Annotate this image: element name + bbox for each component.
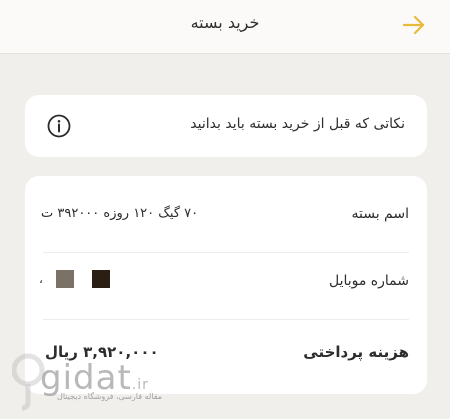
payment-amount-label: هزینه پرداختی bbox=[303, 343, 409, 361]
info-icon bbox=[47, 114, 71, 138]
purchase-notes-card[interactable]: نکاتی که قبل از خرید بسته باید بدانید bbox=[25, 95, 427, 157]
app-header: خرید بسته bbox=[0, 0, 450, 54]
mobile-number-mask-dark bbox=[92, 270, 110, 288]
purchase-notes-text: نکاتی که قبل از خرید بسته باید بدانید bbox=[190, 116, 405, 132]
divider bbox=[43, 319, 409, 320]
page-title: خرید بسته bbox=[190, 13, 260, 32]
package-name-label: اسم بسته bbox=[351, 206, 409, 222]
divider bbox=[43, 252, 409, 253]
mobile-number-mask-gray bbox=[56, 270, 74, 288]
mobile-number-suffix: ، bbox=[39, 272, 43, 286]
watermark-subtitle: مقاله فارسی، فروشگاه دیجیتال bbox=[57, 392, 163, 401]
package-name-value: ۷۰ گیگ ۱۲۰ روزه ۳۹۲۰۰۰ ت bbox=[41, 206, 199, 221]
mobile-number-label: شماره موبایل bbox=[328, 273, 409, 289]
purchase-package-screen: خرید بسته نکاتی که قبل از خرید بسته باید… bbox=[0, 0, 450, 419]
back-arrow-icon[interactable] bbox=[402, 14, 426, 36]
